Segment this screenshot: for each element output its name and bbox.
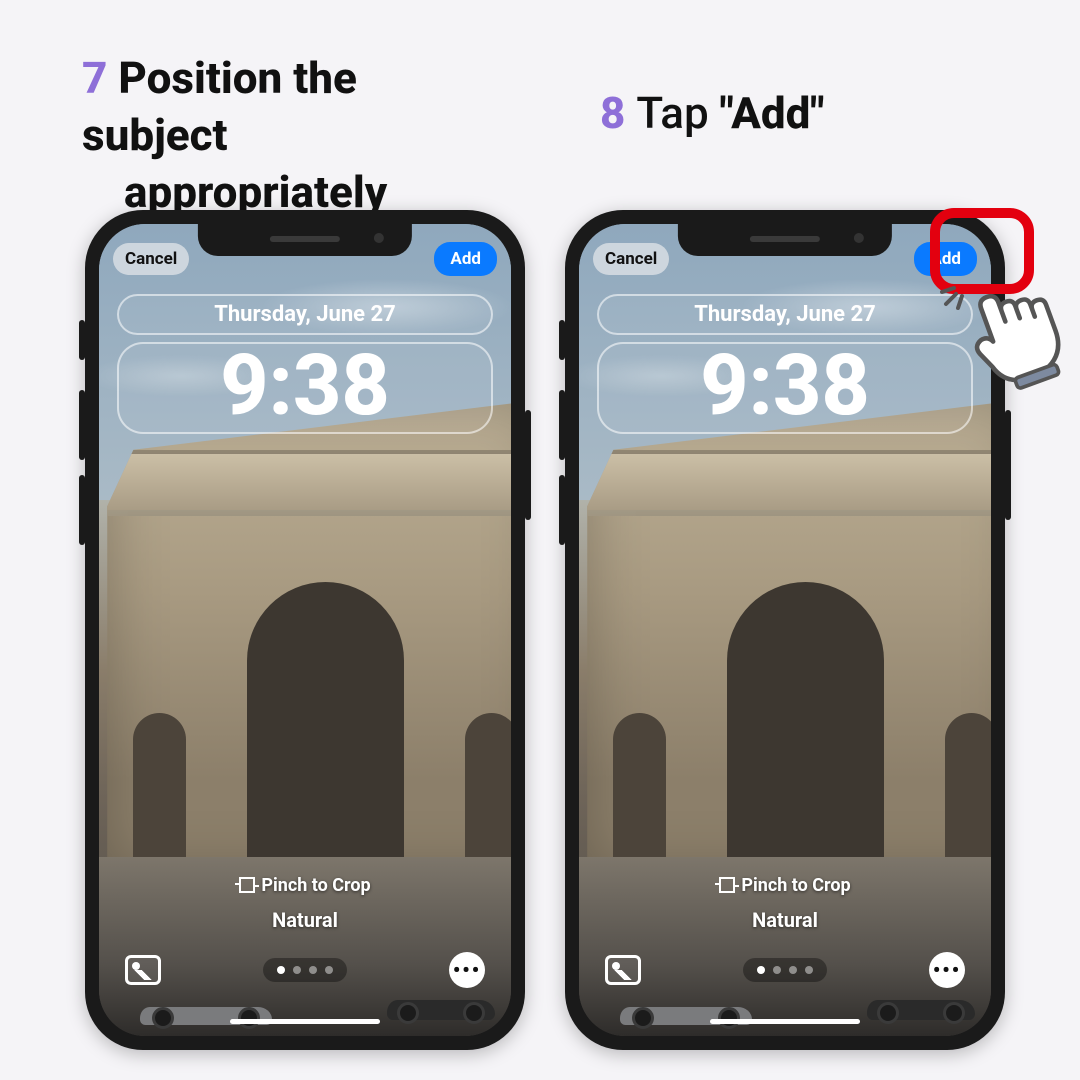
volume-up-button bbox=[559, 390, 565, 460]
screen[interactable]: Cancel Add Thursday, June 27 9:38 Pinch … bbox=[99, 224, 511, 1036]
mute-switch bbox=[559, 320, 565, 360]
filter-style-label[interactable]: Natural bbox=[579, 908, 991, 932]
dot-4 bbox=[325, 966, 333, 974]
phone-mockup-step8: Cancel Add Thursday, June 27 9:38 Pinch … bbox=[565, 210, 1005, 1050]
phone-mockup-step7: Cancel Add Thursday, June 27 9:38 Pinch … bbox=[85, 210, 525, 1050]
editor-bottom-bar: ••• bbox=[579, 952, 991, 988]
step-8-quote-open: " bbox=[720, 87, 731, 139]
notch bbox=[678, 224, 892, 256]
lock-date[interactable]: Thursday, June 27 bbox=[597, 294, 973, 335]
filter-style-label[interactable]: Natural bbox=[99, 908, 511, 932]
step-8-number: 8 bbox=[600, 87, 625, 139]
home-indicator[interactable] bbox=[230, 1019, 380, 1024]
car-black bbox=[867, 1000, 974, 1020]
more-button[interactable]: ••• bbox=[449, 952, 485, 988]
monument-side-arch-left bbox=[133, 713, 185, 873]
more-button[interactable]: ••• bbox=[929, 952, 965, 988]
screen[interactable]: Cancel Add Thursday, June 27 9:38 Pinch … bbox=[579, 224, 991, 1036]
pinch-label: Pinch to Crop bbox=[741, 875, 850, 896]
pinch-to-crop-hint: Pinch to Crop bbox=[579, 875, 991, 896]
wallpaper-monument[interactable] bbox=[107, 403, 511, 874]
dot-1 bbox=[277, 966, 285, 974]
volume-down-button bbox=[559, 475, 565, 545]
dot-3 bbox=[789, 966, 797, 974]
style-page-dots[interactable] bbox=[263, 958, 347, 982]
power-button bbox=[525, 410, 531, 520]
volume-down-button bbox=[79, 475, 85, 545]
dot-4 bbox=[805, 966, 813, 974]
step-7-number: 7 bbox=[82, 52, 107, 104]
home-indicator[interactable] bbox=[710, 1019, 860, 1024]
cancel-button[interactable]: Cancel bbox=[113, 243, 189, 275]
cancel-button[interactable]: Cancel bbox=[593, 243, 669, 275]
monument-side-arch-right bbox=[465, 713, 511, 873]
step-7-line1: Position the subject bbox=[82, 52, 357, 161]
pinch-label: Pinch to Crop bbox=[261, 875, 370, 896]
crop-icon bbox=[719, 877, 735, 893]
crop-icon bbox=[239, 877, 255, 893]
editor-bottom-bar: ••• bbox=[99, 952, 511, 988]
photos-icon[interactable] bbox=[605, 955, 641, 985]
lock-date[interactable]: Thursday, June 27 bbox=[117, 294, 493, 335]
dot-2 bbox=[293, 966, 301, 974]
monument-side-arch-right bbox=[945, 713, 991, 873]
volume-up-button bbox=[79, 390, 85, 460]
step-8-title: 8 Tap "Add" bbox=[600, 85, 824, 142]
step-8-quote-close: " bbox=[810, 87, 824, 139]
mute-switch bbox=[79, 320, 85, 360]
dot-1 bbox=[757, 966, 765, 974]
lock-time[interactable]: 9:38 bbox=[117, 342, 493, 434]
power-button bbox=[1005, 410, 1011, 520]
photos-icon[interactable] bbox=[125, 955, 161, 985]
monument-side-arch-left bbox=[613, 713, 665, 873]
car-black bbox=[387, 1000, 494, 1020]
dot-2 bbox=[773, 966, 781, 974]
add-button[interactable]: Add bbox=[914, 242, 977, 276]
pinch-to-crop-hint: Pinch to Crop bbox=[99, 875, 511, 896]
step-8-add: Add bbox=[731, 87, 810, 139]
step-7-title: 7 Position the subject appropriately bbox=[82, 50, 502, 222]
style-page-dots[interactable] bbox=[743, 958, 827, 982]
dot-3 bbox=[309, 966, 317, 974]
notch bbox=[198, 224, 412, 256]
lock-time[interactable]: 9:38 bbox=[597, 342, 973, 434]
step-8-prefix: Tap bbox=[636, 87, 719, 139]
wallpaper-monument[interactable] bbox=[587, 403, 991, 874]
add-button[interactable]: Add bbox=[434, 242, 497, 276]
